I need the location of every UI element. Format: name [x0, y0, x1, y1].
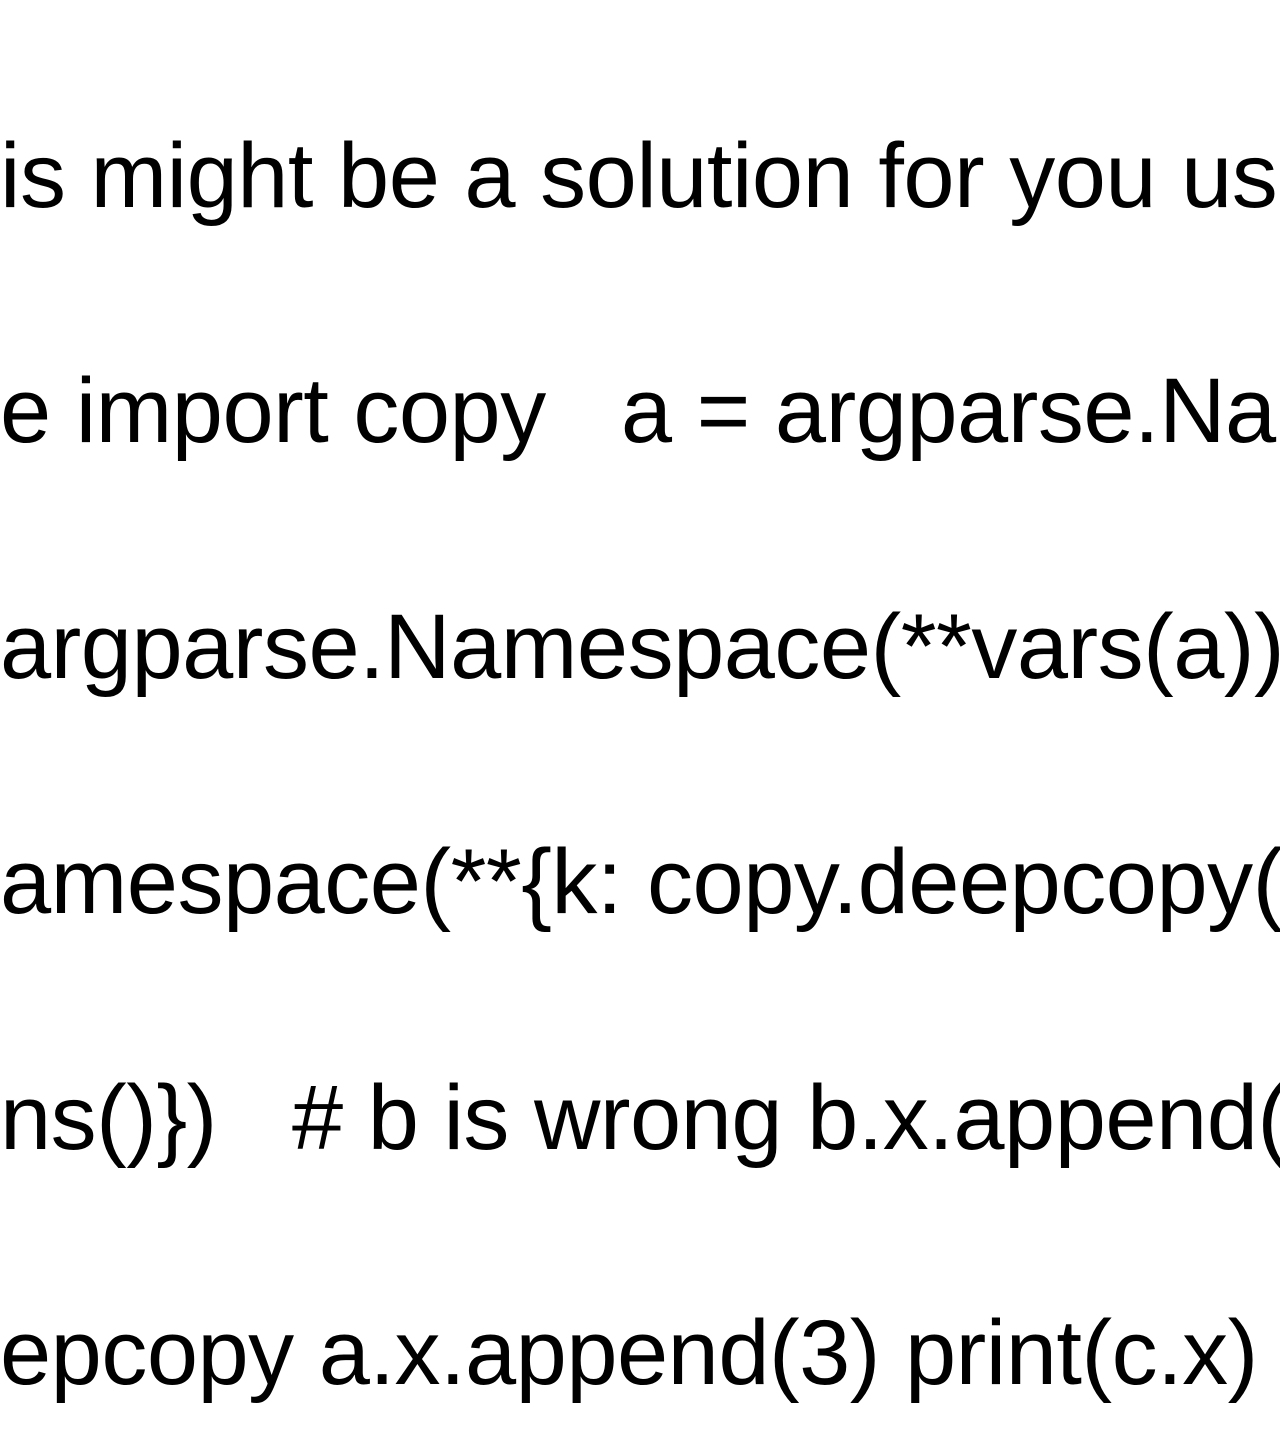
text-line-3: argparse.Namespace(**vars(a)) [0, 589, 1280, 707]
text-line-6: epcopy a.x.append(3) print(c.x) [0, 1295, 1280, 1413]
text-line-4: amespace(**{k: copy.deepcopy(v [0, 824, 1280, 942]
text-line-1: is might be a solution for you usi [0, 118, 1280, 236]
text-fragment: is might be a solution for you usi e imp… [0, 0, 1280, 720]
text-line-5: ns()}) # b is wrong b.x.append(2 [0, 1060, 1280, 1178]
text-line-2: e import copy a = argparse.Nam [0, 353, 1280, 471]
